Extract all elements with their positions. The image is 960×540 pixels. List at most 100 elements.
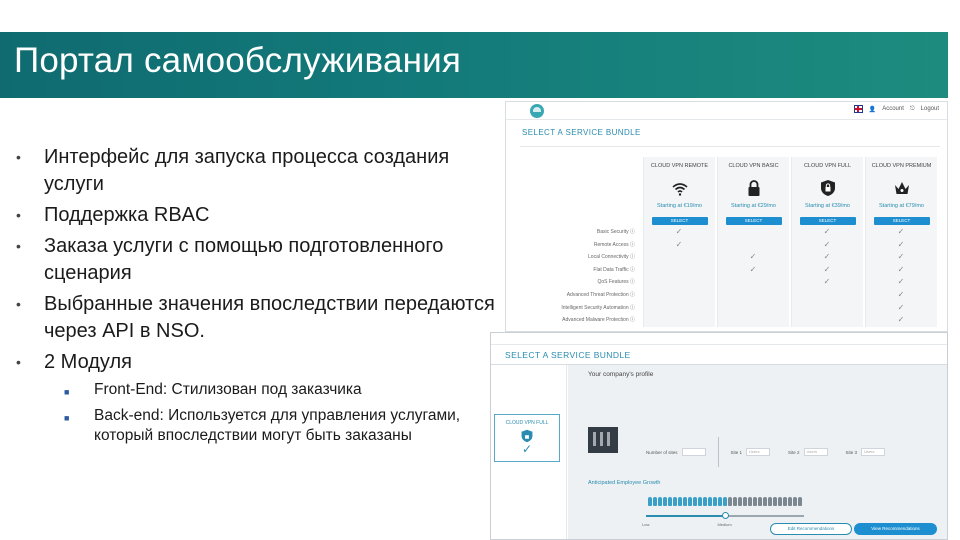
site2-label: Site 2 — [788, 449, 800, 455]
edit-recommendations-button[interactable]: Edit Recommendations — [770, 523, 852, 535]
growth-label: Anticipated Employee Growth — [588, 480, 661, 486]
bullet-dot-icon: • — [16, 296, 21, 312]
person-icon — [718, 497, 722, 506]
select-full-button[interactable]: SELECT — [799, 217, 856, 225]
feature-list: Basic Security ⓘ Remote Access ⓘ Local C… — [516, 226, 641, 327]
sites-count-input[interactable] — [681, 448, 706, 456]
sub-bullet-text: Back-end: Используется для управления ус… — [94, 407, 461, 444]
sites-label: Number of sites — [646, 449, 678, 455]
employee-people-icons — [648, 497, 802, 506]
checkmark-icon: ✓ — [897, 227, 905, 236]
person-icon — [743, 497, 747, 506]
person-icon — [683, 497, 687, 506]
person-icon — [723, 497, 727, 506]
profile-label: Your company's profile — [588, 371, 654, 378]
slider-medium-label: Medium — [717, 522, 732, 527]
view-recommendations-button[interactable]: View Recommendations — [854, 523, 937, 535]
vertical-divider — [717, 437, 719, 467]
empty-cell — [717, 314, 789, 327]
checkmark-icon: ✓ — [823, 239, 831, 249]
empty-cell — [791, 302, 863, 315]
service-bundle-screenshot: 👤 Account ⎋ Logout SELECT A SERVICE BUND… — [505, 101, 948, 332]
select-premium-button[interactable]: SELECT — [873, 217, 930, 225]
empty-cell — [643, 302, 715, 315]
profile-content: Your company's profile Number of sites S… — [568, 365, 947, 539]
company-profile-screenshot: SELECT A SERVICE BUNDLE CLOUD VPN FULL ✓… — [490, 332, 948, 540]
bundle-heading: SELECT A SERVICE BUNDLE — [522, 128, 641, 137]
bullet-dot-icon: • — [16, 354, 21, 370]
checkmark-icon: ✓ — [897, 289, 905, 299]
check-row: ✓ — [643, 302, 937, 315]
site1-input[interactable]: Users — [746, 448, 771, 456]
person-icon — [753, 497, 757, 506]
account-link[interactable]: Account — [882, 106, 904, 112]
feature-label: Intelligent Security Automation ⓘ — [561, 304, 635, 311]
person-icon — [693, 497, 697, 506]
empty-cell — [643, 289, 715, 302]
feature-label: QoS Features ⓘ — [597, 279, 635, 286]
bullet-item: • 2 Модуля — [14, 349, 504, 376]
site3-input[interactable]: Users — [861, 448, 886, 456]
shield-lock-icon — [819, 179, 837, 197]
tier-name: CLOUD VPN PREMIUM — [871, 163, 932, 169]
check-row: ✓ ✓ — [643, 276, 937, 289]
feature-label: Advanced Threat Protection ⓘ — [566, 291, 635, 298]
feature-label: Advanced Malware Protection ⓘ — [562, 317, 635, 324]
uk-flag-icon[interactable] — [853, 105, 863, 113]
site3-label: Site 3 — [845, 449, 858, 455]
person-icon — [738, 497, 742, 506]
person-icon — [768, 497, 772, 506]
sub-bullet-item: ■ Front-End: Стилизован под заказчика — [64, 380, 504, 402]
bullet-text: Заказа услуги с помощью подготовленного … — [44, 235, 444, 284]
wifi-icon — [671, 179, 689, 197]
person-icon — [748, 497, 752, 506]
checkmark-icon: ✓ — [675, 239, 683, 249]
selected-bundle-card[interactable]: CLOUD VPN FULL ✓ — [494, 414, 560, 462]
bullet-item: • Выбранные значения впоследствии передаю… — [14, 291, 504, 345]
logout-link[interactable]: Logout — [921, 106, 939, 112]
select-remote-button[interactable]: SELECT — [651, 217, 708, 225]
sub-bullet-square-icon: ■ — [64, 413, 70, 423]
person-icon — [673, 497, 677, 506]
logout-icon: ⎋ — [909, 105, 915, 112]
select-basic-button[interactable]: SELECT — [725, 217, 782, 225]
checkmark-icon: ✓ — [749, 264, 757, 274]
shield-lock-icon — [520, 429, 534, 443]
sub-bullet-square-icon: ■ — [64, 387, 70, 397]
building-icon — [588, 427, 618, 453]
checkmark-icon: ✓ — [897, 315, 905, 325]
growth-slider-handle[interactable] — [722, 512, 729, 519]
person-icon — [728, 497, 732, 506]
growth-slider-fill — [646, 515, 726, 517]
tier-price: Starting at €39/mo — [805, 203, 850, 209]
empty-cell — [717, 302, 789, 315]
bullet-text: Интерфейс для запуска процесса создания … — [44, 146, 450, 195]
empty-cell — [643, 314, 715, 327]
feature-label: Flat Data Traffic ⓘ — [593, 266, 635, 273]
tier-price: Starting at €29/mo — [731, 203, 776, 209]
selected-bundle-sidebar: CLOUD VPN FULL ✓ — [491, 365, 567, 539]
site2-input[interactable]: Users — [803, 448, 828, 456]
checkmark-icon: ✓ — [749, 252, 757, 262]
tier-price: Starting at €79/mo — [879, 203, 924, 209]
tier-name: CLOUD VPN FULL — [803, 163, 852, 169]
logo-icon — [530, 104, 544, 118]
person-icon — [783, 497, 787, 506]
person-icon — [698, 497, 702, 506]
divider — [520, 146, 940, 147]
crown-icon — [893, 179, 911, 197]
person-icon — [713, 497, 717, 506]
empty-cell — [643, 276, 715, 289]
top-nav — [491, 333, 947, 345]
check-row: ✓ ✓ ✓ — [643, 226, 937, 239]
bullet-text: Поддержка RBAC — [44, 204, 210, 226]
person-icon — [798, 497, 802, 506]
slider-low-label: Low — [642, 522, 650, 527]
site1-label: Site 1 — [730, 449, 743, 455]
checkmark-icon: ✓ — [897, 239, 905, 249]
checkmark-icon: ✓ — [823, 264, 831, 274]
bullet-dot-icon: • — [16, 149, 21, 165]
empty-cell — [717, 239, 789, 252]
person-icon — [688, 497, 692, 506]
title-bar: Портал самообслуживания — [0, 32, 948, 98]
